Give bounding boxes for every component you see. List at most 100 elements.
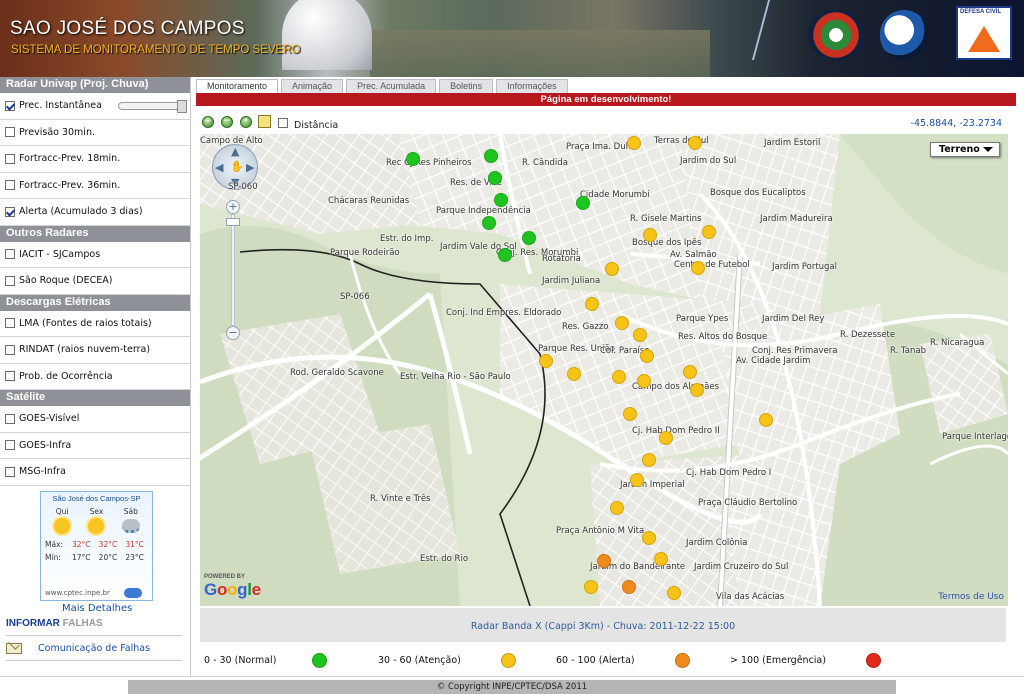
layer-option[interactable]: GOES-Infra [0, 433, 190, 459]
opacity-slider[interactable] [117, 99, 187, 113]
layer-checkbox[interactable] [5, 206, 15, 217]
weather-city: São José dos Campos-SP [52, 494, 141, 503]
terms-of-use-link[interactable]: Termos de Uso [938, 592, 1004, 602]
layer-tool-icon[interactable] [258, 115, 271, 128]
tab-monitoramento[interactable]: Monitoramento [196, 79, 279, 93]
layer-option[interactable]: IACIT - SJCampos [0, 242, 190, 268]
weather-widget[interactable]: São José dos Campos-SP Qui Sex Sáb Máx: … [40, 491, 153, 601]
legend-item: 60 - 100 (Alerta) [556, 653, 690, 668]
layer-checkbox[interactable] [5, 249, 15, 260]
rain-marker-atencao[interactable] [538, 353, 553, 368]
min-temp: 17°C [71, 553, 91, 562]
map-place-label: R. Dezessete [840, 330, 896, 340]
map-zoom-slider[interactable]: + − [226, 200, 240, 340]
map-type-select[interactable]: Terreno [930, 142, 1000, 157]
layer-option[interactable]: Fortracc-Prev. 18min. [0, 146, 190, 173]
map-place-label: Jardim Madureira [760, 214, 833, 224]
map-place-label: R. Tanab [890, 346, 926, 356]
rain-marker-atencao[interactable] [585, 296, 600, 311]
layer-option[interactable]: LMA (Fontes de raios totais) [0, 311, 190, 337]
rain-marker-normal[interactable] [497, 247, 512, 262]
layer-checkbox[interactable] [5, 440, 15, 451]
weather-day: Sáb [116, 507, 146, 536]
legend-label: 0 - 30 (Normal) [204, 655, 277, 666]
more-details-link[interactable]: Mais Detalhes [62, 603, 132, 614]
layer-checkbox[interactable] [5, 318, 15, 329]
map-place-label: Bosque dos Eucaliptos [710, 188, 806, 198]
pro-inovacao-logo [808, 10, 864, 60]
layer-option[interactable]: Previsão 30min. [0, 120, 190, 146]
layer-option[interactable]: RINDAT (raios nuvem-terra) [0, 337, 190, 364]
zoom-knob[interactable] [226, 218, 240, 226]
rain-marker-atencao[interactable] [611, 369, 626, 384]
distance-checkbox[interactable] [278, 118, 288, 128]
layer-checkbox[interactable] [5, 127, 15, 138]
layer-option[interactable]: Prob. de Ocorrência [0, 364, 190, 390]
legend: 0 - 30 (Normal) 30 - 60 (Atenção) 60 - 100… [200, 650, 1008, 672]
pan-right-icon: ▶ [246, 161, 255, 174]
legend-swatch [865, 653, 881, 668]
map-place-label: Av. Salmão [670, 250, 717, 260]
rain-marker-normal[interactable] [522, 230, 537, 245]
layer-checkbox[interactable] [5, 100, 15, 111]
map-zoom-out-icon[interactable]: − [226, 326, 240, 340]
map-place-label: Rod. Geraldo Scavone [290, 368, 384, 378]
layer-checkbox[interactable] [5, 413, 15, 424]
map-place-label: Jardim Portugal [772, 262, 838, 272]
rain-marker-atencao[interactable] [614, 315, 629, 330]
layer-checkbox[interactable] [5, 344, 15, 355]
tab-informa-es[interactable]: Informações [496, 79, 568, 93]
zoom-in-tool-icon[interactable]: + [202, 116, 214, 128]
zoom-out-tool-icon[interactable]: − [221, 116, 233, 128]
map-place-label: Vila das Acácias [716, 592, 785, 602]
layer-label: MSG-Infra [19, 466, 66, 478]
rain-marker-atencao[interactable] [583, 580, 598, 595]
map-place-label: Parque Ypes [676, 314, 729, 324]
layer-option[interactable]: GOES-Visível [0, 406, 190, 433]
rain-marker-atencao[interactable] [689, 383, 704, 398]
tab-boletins[interactable]: Boletins [439, 79, 494, 93]
max-temp: 32°C [98, 540, 118, 549]
rain-marker-atencao[interactable] [642, 452, 657, 467]
defesa-civil-logo: DEFESA CIVIL [956, 6, 1012, 60]
layer-label: GOES-Infra [19, 439, 72, 451]
rain-marker-normal[interactable] [575, 196, 590, 211]
legend-label: > 100 (Emergência) [730, 655, 826, 666]
rain-marker-atencao[interactable] [701, 224, 716, 239]
rain-marker-atencao[interactable] [666, 586, 681, 601]
tab-prec-acumulada[interactable]: Prec. Acumulada [346, 79, 437, 93]
sun-cloud-icon [54, 518, 71, 534]
tab-bar: Monitoramento Animação Prec. Acumulada Bole… [196, 79, 571, 93]
layer-option[interactable]: Prec. Instantânea [0, 93, 190, 120]
rain-marker-atencao[interactable] [636, 373, 651, 388]
rain-marker-atencao[interactable] [642, 531, 657, 546]
layer-checkbox[interactable] [5, 180, 15, 191]
layer-option[interactable]: Alerta (Acumulado 3 dias) [0, 199, 190, 226]
header-photo-flood [370, 30, 710, 77]
pan-tool-icon[interactable]: • [240, 116, 252, 128]
layer-option[interactable]: Fortracc-Prev. 36min. [0, 173, 190, 199]
map-toolbar: + − • Distância -45.8844, -23.2734 [196, 113, 1008, 133]
slider-knob[interactable] [176, 99, 187, 113]
layer-option[interactable]: MSG-Infra [0, 459, 190, 486]
site-subtitle: SISTEMA DE MONITORAMENTO DE TEMPO SEVERO [11, 44, 301, 56]
layer-checkbox[interactable] [5, 466, 15, 477]
rain-marker-alerta[interactable] [597, 553, 611, 568]
map-place-label: Av. Cidade Jardim [736, 356, 811, 366]
layer-checkbox[interactable] [5, 275, 15, 286]
layer-checkbox[interactable] [5, 371, 15, 382]
rain-marker-atencao[interactable] [691, 261, 706, 276]
report-failure-link[interactable]: Comunicação de Falhas [6, 635, 182, 661]
rain-marker-atencao[interactable] [643, 227, 658, 242]
map-zoom-in-icon[interactable]: + [226, 200, 240, 214]
layer-checkbox[interactable] [5, 153, 15, 164]
map-place-label: Praça Cláudio Bertolino [698, 498, 798, 508]
rain-marker-atencao[interactable] [653, 551, 668, 566]
tab-anima-o[interactable]: Animação [281, 79, 344, 93]
report-failure-label: Comunicação de Falhas [38, 642, 151, 654]
map-canvas[interactable]: ▲ ▼ ◀ ▶ ✋ + − Terreno Campo de Alto Rec C… [200, 134, 1008, 606]
rain-marker-atencao[interactable] [683, 364, 698, 379]
report-failures-heading: INFORMAR FALHAS [6, 618, 103, 629]
layer-option[interactable]: São Roque (DECEA) [0, 268, 190, 295]
legend-item: 0 - 30 (Normal) [204, 653, 328, 668]
